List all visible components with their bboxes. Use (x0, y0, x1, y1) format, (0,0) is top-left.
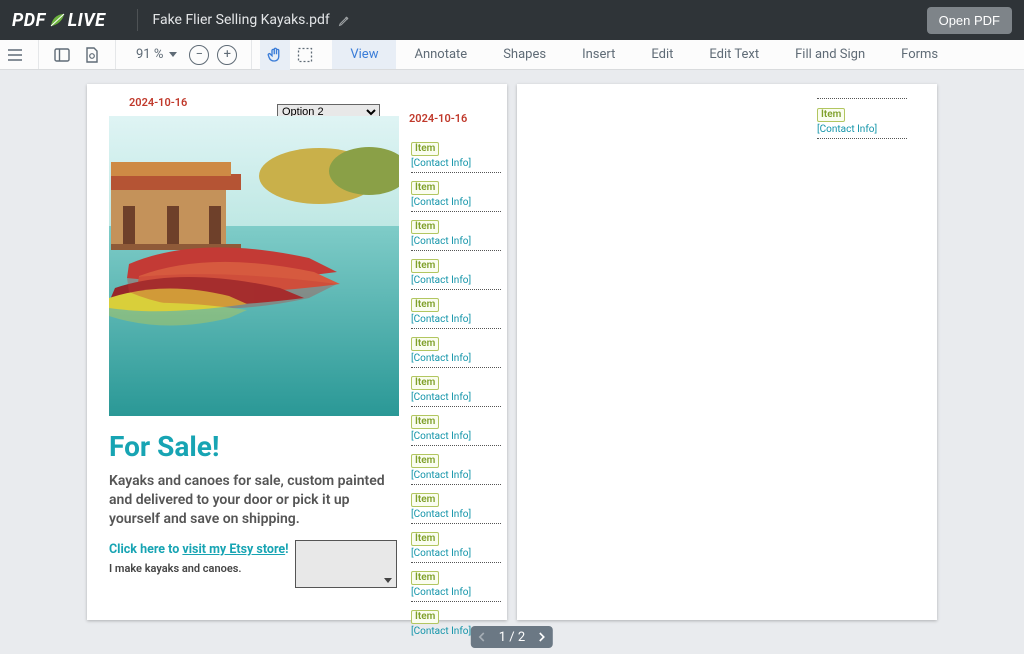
tear-item-label: Item (411, 376, 439, 390)
tear-item-label: Item (411, 454, 439, 468)
marquee-tool-button[interactable] (290, 40, 320, 70)
tear-item-label: Item (411, 181, 439, 195)
open-pdf-button[interactable]: Open PDF (927, 7, 1012, 34)
tear-tab: Item [Contact Info] (411, 406, 501, 445)
tear-tab: Item [Contact Info] (411, 211, 501, 250)
tear-contact-label: [Contact Info] (411, 353, 501, 364)
tear-item-label: Item (411, 532, 439, 546)
etsy-link[interactable]: visit my Etsy store (182, 542, 285, 557)
toolbar-tabs: View Annotate Shapes Insert Edit Edit Te… (332, 40, 956, 69)
file-name-text: Fake Flier Selling Kayaks.pdf (152, 12, 329, 28)
tear-item-label: Item (411, 259, 439, 273)
page-navigation: 1 / 2 (471, 626, 553, 648)
tear-tab: Item [Contact Info] (411, 289, 501, 328)
file-name: Fake Flier Selling Kayaks.pdf (152, 12, 350, 28)
tab-edit[interactable]: Edit (633, 40, 691, 69)
tear-tab: Item [Contact Info] (411, 134, 501, 172)
tear-tab: Item [Contact Info] (411, 250, 501, 289)
description-text: Kayaks and canoes for sale, custom paint… (109, 472, 399, 529)
zoom-dropdown[interactable]: 91 % (130, 47, 181, 62)
tagline: I make kayaks and canoes. (109, 562, 242, 575)
page2-tab: Item [Contact Info] (817, 98, 907, 142)
logo-text-pdf: PDF (12, 10, 46, 31)
etsy-line[interactable]: Click here to visit my Etsy store! (109, 542, 289, 557)
tear-item-label: Item (817, 108, 845, 122)
tear-item-label: Item (411, 142, 439, 156)
app-logo: PDF LIVE (12, 10, 105, 31)
tear-item-label: Item (411, 415, 439, 429)
tear-contact-label: [Contact Info] (411, 509, 501, 520)
tear-tab: Item [Contact Info] (411, 328, 501, 367)
prev-page-button[interactable] (471, 632, 493, 642)
tear-contact-label: [Contact Info] (411, 197, 501, 208)
tear-item-label: Item (411, 337, 439, 351)
pdf-page-2: Item [Contact Info] (517, 84, 937, 620)
toolbar: 91 % − + View Annotate Shapes Insert Edi… (0, 40, 1024, 70)
tab-shapes[interactable]: Shapes (485, 40, 564, 69)
tear-item-label: Item (411, 610, 439, 624)
zoom-out-button[interactable]: − (189, 45, 209, 65)
tab-forms[interactable]: Forms (883, 40, 956, 69)
page-view-button[interactable] (77, 40, 107, 70)
tear-contact-label: [Contact Info] (411, 548, 501, 559)
hero-image (109, 116, 399, 416)
pan-tool-button[interactable] (260, 40, 290, 70)
tab-fill-sign[interactable]: Fill and Sign (777, 40, 883, 69)
app-header: PDF LIVE Fake Flier Selling Kayaks.pdf O… (0, 0, 1024, 40)
tear-tab: Item [Contact Info] (411, 484, 501, 523)
etsy-suffix: ! (285, 542, 288, 557)
header-divider (137, 9, 138, 31)
tear-contact-label: [Contact Info] (411, 431, 501, 442)
menu-button[interactable] (0, 40, 30, 70)
tear-contact-label: [Contact Info] (411, 470, 501, 481)
pencil-icon[interactable] (338, 14, 351, 27)
tear-contact-label: [Contact Info] (411, 275, 501, 286)
tear-tabs-column: Item[Contact Info]Item[Contact Info]Item… (411, 134, 501, 640)
tear-contact-label: [Contact Info] (411, 587, 501, 598)
tear-contact-label: [Contact Info] (411, 158, 501, 169)
tear-item-label: Item (411, 571, 439, 585)
chevron-down-icon (169, 52, 177, 57)
headline-for-sale: For Sale! (109, 430, 219, 463)
side-panel-button[interactable] (47, 40, 77, 70)
tab-view[interactable]: View (332, 40, 396, 69)
zoom-value: 91 % (134, 47, 165, 62)
tab-annotate[interactable]: Annotate (396, 40, 485, 69)
blank-dropdown[interactable] (295, 540, 397, 588)
date-stamp-right: 2024-10-16 (409, 112, 467, 125)
next-page-button[interactable] (531, 632, 553, 642)
tab-edit-text[interactable]: Edit Text (691, 40, 777, 69)
tear-contact-label: [Contact Info] (817, 124, 907, 135)
tear-item-label: Item (411, 298, 439, 312)
page-indicator: 1 / 2 (493, 630, 531, 645)
leaf-icon (48, 11, 66, 29)
tear-item-label: Item (411, 220, 439, 234)
workspace: 2024-10-16 Option 2 2024-10-16 (0, 70, 1024, 654)
tear-contact-label: [Contact Info] (411, 392, 501, 403)
tab-insert[interactable]: Insert (564, 40, 633, 69)
etsy-prefix: Click here to (109, 542, 182, 557)
tear-contact-label: [Contact Info] (411, 314, 501, 325)
tear-tab: Item [Contact Info] (411, 523, 501, 562)
tear-item-label: Item (411, 493, 439, 507)
tear-tab: Item [Contact Info] (411, 445, 501, 484)
tear-tab: Item [Contact Info] (411, 367, 501, 406)
pdf-page-1: 2024-10-16 Option 2 2024-10-16 (87, 84, 507, 620)
tear-contact-label: [Contact Info] (411, 236, 501, 247)
tear-tab: Item [Contact Info] (411, 562, 501, 601)
tear-tab: Item [Contact Info] (411, 172, 501, 211)
date-stamp-left: 2024-10-16 (129, 96, 187, 109)
zoom-in-button[interactable]: + (217, 45, 237, 65)
logo-text-live: LIVE (68, 10, 106, 31)
